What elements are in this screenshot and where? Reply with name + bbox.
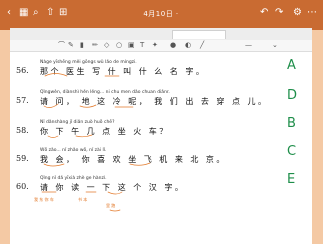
color-dark[interactable]: ◐ — [185, 41, 191, 50]
app-header: ‹ ▦ ⌕ ⇧ ⊞ 4月10日 · ↶ ↷ ⚙ ⋯ — [0, 0, 323, 30]
annotation-stroke — [109, 209, 121, 212]
redo-icon[interactable]: ↷ — [275, 7, 283, 19]
pen-icon[interactable]: ✎ — [68, 41, 74, 50]
pencil-icon[interactable]: ✏ — [92, 41, 98, 50]
annotation-stroke — [75, 134, 93, 138]
annotation-stroke — [129, 162, 151, 166]
tab-active[interactable] — [172, 30, 226, 39]
handwriting-annotations — [41, 73, 151, 212]
annotation-stroke — [47, 135, 59, 138]
annotation-stroke — [44, 73, 68, 77]
text-icon[interactable]: T — [140, 41, 144, 50]
undo-icon[interactable]: ↶ — [260, 7, 268, 19]
size-icon[interactable]: — — [245, 41, 252, 50]
tab-3[interactable] — [120, 30, 168, 38]
tab-1[interactable] — [16, 30, 64, 38]
highlighter-icon[interactable]: ▮ — [80, 41, 84, 50]
lasso-icon[interactable]: ⌒ — [58, 41, 65, 50]
shapes-icon[interactable]: ○ — [116, 41, 122, 50]
share-icon[interactable]: ⇧ — [46, 7, 54, 19]
tab-2[interactable] — [68, 30, 116, 38]
color-black[interactable]: ● — [170, 41, 176, 50]
tablet-screen: ‹ ▦ ⌕ ⇧ ⊞ 4月10日 · ↶ ↷ ⚙ ⋯ ⌒ ✎ ▮ ✏ ◇ ○ ▣ … — [0, 0, 323, 244]
laser-icon[interactable]: ✦ — [152, 41, 158, 50]
annotation-stroke — [79, 104, 97, 108]
settings-icon[interactable]: ⚙ — [293, 7, 302, 19]
add-page-icon[interactable]: ⊞ — [59, 7, 67, 19]
image-icon[interactable]: ▣ — [128, 41, 135, 50]
more-icon[interactable]: ⋯ — [307, 7, 317, 19]
stroke-icon[interactable]: ╱ — [200, 41, 204, 50]
document-title: 4月10日 · — [143, 10, 179, 18]
note-page[interactable]: Nàge yīshēng měi gōngs wǔ lǎo de míngzi.… — [10, 52, 312, 244]
eraser-icon[interactable]: ◇ — [104, 41, 109, 50]
tool-bar: ⌒ ✎ ▮ ✏ ◇ ○ ▣ T ✦ ● ◐ ╱ — ⌄ — [10, 40, 312, 52]
back-icon[interactable]: ‹ — [7, 7, 11, 19]
annotation-stroke — [107, 191, 123, 195]
annotation-stroke — [43, 103, 59, 108]
annotation-stroke — [43, 163, 65, 167]
pages-icon[interactable]: ▦ — [19, 7, 28, 19]
collapse-icon[interactable]: ⌄ — [272, 41, 278, 50]
search-icon[interactable]: ⌕ — [33, 7, 39, 19]
